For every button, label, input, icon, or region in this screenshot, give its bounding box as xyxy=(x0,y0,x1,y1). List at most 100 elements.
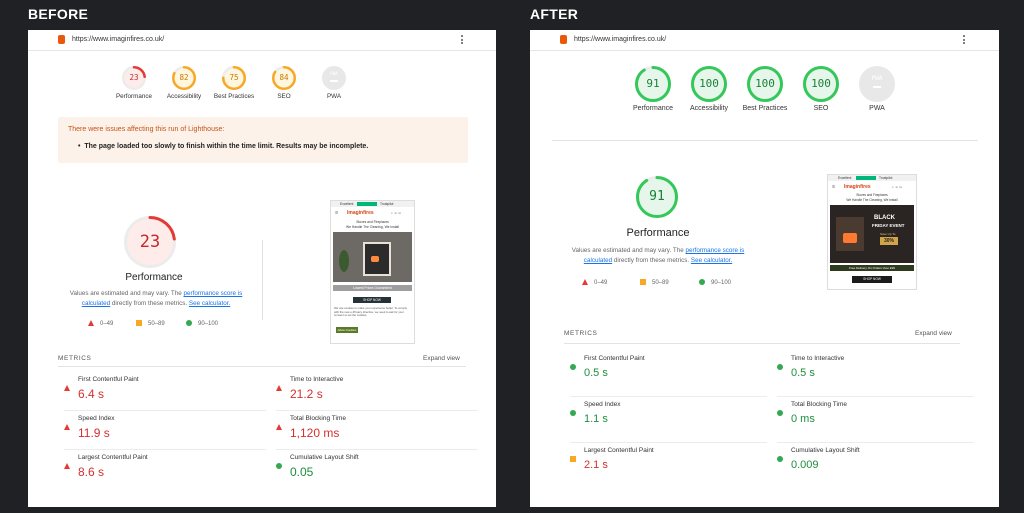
divider xyxy=(262,240,263,320)
metric-value: 0 ms xyxy=(791,413,815,425)
site-logo: Imaginfires xyxy=(347,210,374,216)
metric-cumulative-layout-shift: Cumulative Layout Shift 0.009 xyxy=(777,447,974,489)
metric-speed-index: Speed Index 11.9 s xyxy=(64,415,266,450)
metric-name: Largest Contentful Paint xyxy=(78,454,148,461)
metric-value: 0.5 s xyxy=(584,367,608,379)
banner-friday-event: FRIDAY EVENT xyxy=(872,223,905,228)
site-tagline: Stoves and Fireplaces xyxy=(856,193,888,197)
pwa-dash-icon xyxy=(873,86,881,88)
row-divider xyxy=(777,442,974,443)
metric-total-blocking-time: Total Blocking Time 0 ms xyxy=(777,401,974,443)
performance-description: Values are estimated and may vary. The p… xyxy=(58,289,254,309)
calculator-link[interactable]: See calculator. xyxy=(691,257,732,264)
more-menu-icon[interactable] xyxy=(963,35,966,46)
flame-shape xyxy=(371,256,379,262)
metric-name: Speed Index xyxy=(78,415,115,422)
trustpilot-rating: Excellent xyxy=(340,202,354,206)
fail-triangle-icon xyxy=(64,424,70,430)
gauge-score: 23 xyxy=(129,73,139,82)
gauge-label: Accessibility xyxy=(689,105,729,112)
score-gauge-performance[interactable]: 23 Performance xyxy=(106,66,162,100)
metrics-heading: METRICS xyxy=(564,330,598,337)
score-gauge-performance[interactable]: 91 Performance xyxy=(625,66,681,112)
gauge-label: Performance xyxy=(115,93,153,100)
delivery-banner: Free Delivery On Orders Over £99 xyxy=(830,265,914,271)
score-gauge-seo[interactable]: 84 SEO xyxy=(256,66,312,100)
score-gauge-pwa[interactable]: PWA PWA xyxy=(849,66,905,112)
flame-shape xyxy=(843,233,857,243)
metric-first-contentful-paint: First Contentful Paint 0.5 s xyxy=(570,355,767,397)
score-legend: 0–49 50–89 90–100 xyxy=(88,320,268,330)
desc-text-2: directly from these metrics. xyxy=(612,257,691,264)
score-gauge-best-practices[interactable]: 75 Best Practices xyxy=(206,66,262,100)
expand-view-toggle[interactable]: Expand view xyxy=(915,330,952,337)
gauge-score: 100 xyxy=(699,77,719,90)
score-gauge-accessibility[interactable]: 100 Accessibility xyxy=(681,66,737,112)
score-gauge-seo[interactable]: 100 SEO xyxy=(793,66,849,112)
metric-value: 1.1 s xyxy=(584,413,608,425)
pass-circle-icon xyxy=(276,463,282,469)
metrics-divider xyxy=(58,366,466,367)
metric-value: 2.1 s xyxy=(584,459,608,471)
calculator-link[interactable]: See calculator. xyxy=(189,300,230,307)
header-icons: ⌕ ☺ ⊡ xyxy=(391,211,401,215)
row-divider xyxy=(64,449,266,450)
gauge-label: SEO xyxy=(813,105,829,112)
metric-first-contentful-paint: First Contentful Paint 6.4 s xyxy=(64,376,266,411)
gauge-label: Best Practices xyxy=(742,105,788,112)
expand-view-toggle[interactable]: Expand view xyxy=(423,355,460,362)
pass-circle-icon xyxy=(570,364,576,370)
legend-pass: 90–100 xyxy=(711,280,732,286)
allow-cookies-button: Allow Cookies xyxy=(336,327,358,333)
gauge-label: PWA xyxy=(869,105,885,112)
metric-total-blocking-time: Total Blocking Time 1,120 ms xyxy=(276,415,478,450)
trustpilot-rating: Excellent xyxy=(838,176,852,180)
after-panel: https://www.imaginfires.co.uk/ 91 Perform… xyxy=(530,30,999,507)
section-divider xyxy=(552,140,978,141)
pass-circle-icon xyxy=(777,410,783,416)
banner-black: BLACK xyxy=(874,215,895,221)
metric-value: 8.6 s xyxy=(78,465,105,479)
metric-time-to-interactive: Time to Interactive 21.2 s xyxy=(276,376,478,411)
performance-description: Values are estimated and may vary. The p… xyxy=(564,246,752,266)
url-text: https://www.imaginfires.co.uk/ xyxy=(574,36,667,43)
site-logo: Imaginfires xyxy=(844,184,871,190)
metric-name: Cumulative Layout Shift xyxy=(290,454,359,461)
gauge-score: 100 xyxy=(811,77,831,90)
legend-average: 50–89 xyxy=(148,321,165,327)
metric-value: 11.9 s xyxy=(78,426,110,440)
gauge-score: 82 xyxy=(179,73,189,82)
more-menu-icon[interactable] xyxy=(461,35,464,46)
row-divider xyxy=(777,396,974,397)
score-legend: 0–49 50–89 90–100 xyxy=(582,279,762,289)
warning-box: There were issues affecting this run of … xyxy=(58,117,468,163)
metric-time-to-interactive: Time to Interactive 0.5 s xyxy=(777,355,974,397)
average-square-icon xyxy=(640,279,646,285)
gauge-label: Accessibility xyxy=(166,93,202,100)
page-screenshot-thumbnail: Excellent Trustpilot ☰ Imaginfires ⌕ ☺ ⊡… xyxy=(827,174,917,290)
shop-now-button: SHOP NOW xyxy=(852,276,892,283)
black-friday-banner: BLACK FRIDAY EVENT Save Up To 30% xyxy=(830,205,914,263)
gauge-label: SEO xyxy=(277,93,291,100)
hero-image xyxy=(333,232,412,282)
metric-cumulative-layout-shift: Cumulative Layout Shift 0.05 xyxy=(276,454,478,489)
score-gauge-pwa[interactable]: PWA PWA xyxy=(306,66,362,100)
score-gauge-accessibility[interactable]: 82 Accessibility xyxy=(156,66,212,100)
average-square-icon xyxy=(570,456,576,462)
gauge-label: Best Practices xyxy=(213,93,255,100)
desc-text-2: directly from these metrics. xyxy=(110,300,189,307)
gauge-label: PWA xyxy=(326,93,342,100)
metric-name: Speed Index xyxy=(584,401,621,408)
metric-name: Largest Contentful Paint xyxy=(584,447,654,454)
metric-value: 21.2 s xyxy=(290,387,323,401)
metric-name: Total Blocking Time xyxy=(290,415,346,422)
fail-triangle-icon xyxy=(64,385,70,391)
row-divider xyxy=(276,410,478,411)
hamburger-icon: ☰ xyxy=(832,185,836,189)
banner-discount: 30% xyxy=(880,237,898,245)
fail-triangle-icon xyxy=(88,320,94,326)
average-square-icon xyxy=(136,320,142,326)
header-icons: ⌕ ☺ ⊡ xyxy=(892,185,902,189)
score-gauge-best-practices[interactable]: 100 Best Practices xyxy=(737,66,793,112)
metric-name: Total Blocking Time xyxy=(791,401,847,408)
